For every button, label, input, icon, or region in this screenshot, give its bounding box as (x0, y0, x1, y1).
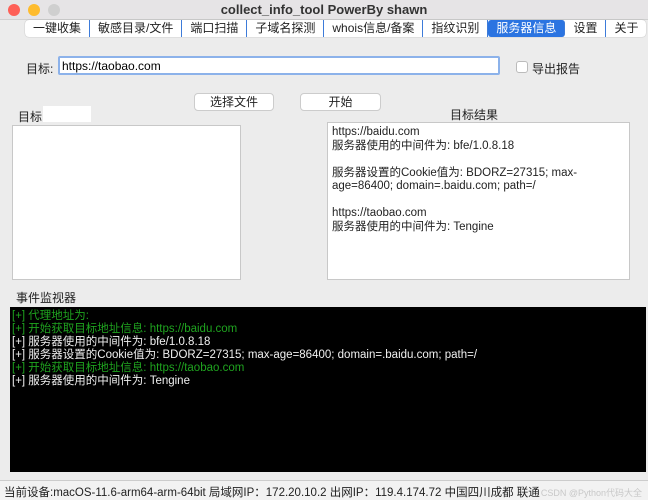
log-line: [+] 服务器使用的中间件为: Tengine (12, 375, 190, 387)
tab-1[interactable]: 敏感目录/文件 (90, 20, 183, 37)
tab-6[interactable]: 服务器信息 (488, 20, 566, 37)
tab-3[interactable]: 子域名探测 (247, 20, 325, 37)
result-line: 服务器使用的中间件为: bfe/1.0.8.18 (332, 139, 515, 152)
event-monitor-console[interactable]: [+] 代理地址为: [+] 开始获取目标地址信息: https://baidu.… (10, 307, 646, 472)
log-line: [+] 服务器设置的Cookie值为: BDORZ=27315; max-age… (12, 349, 478, 361)
start-button[interactable]: 开始 (300, 93, 381, 111)
tab-2[interactable]: 端口扫描 (182, 20, 248, 37)
tab-7[interactable]: 设置 (565, 20, 607, 37)
tab-8[interactable]: 关于 (606, 20, 646, 37)
window-title: collect_info_tool PowerBy shawn (220, 2, 428, 17)
result-line: 服务器使用的中间件为: Tengine (332, 220, 494, 233)
tab-4[interactable]: whois信息/备案 (324, 20, 424, 37)
target-list-label: 目标 (18, 110, 43, 124)
title-bar: collect_info_tool PowerBy shawn (0, 0, 648, 20)
log-line: [+] 服务器使用的中间件为: bfe/1.0.8.18 (12, 336, 211, 348)
export-report-checkbox[interactable] (516, 61, 528, 73)
result-line: https://taobao.com (332, 207, 427, 219)
watermark: CSDN @Python代码大全 (540, 488, 642, 498)
log-line: [+] 代理地址为: (12, 310, 89, 322)
tab-5[interactable]: 指纹识别 (423, 20, 489, 37)
log-line: [+] 开始获取目标地址信息: https://baidu.com (12, 323, 238, 335)
tab-0[interactable]: 一键收集 (25, 20, 91, 37)
target-label: 目标: (26, 62, 54, 76)
export-report-label: 导出报告 (532, 62, 581, 76)
monitor-label: 事件监视器 (16, 291, 77, 305)
result-line: 服务器设置的Cookie值为: BDORZ=27315; max-age=864… (332, 166, 578, 193)
result-line (332, 153, 625, 167)
target-input[interactable] (58, 56, 500, 75)
result-textbox[interactable]: https://baidu.com 服务器使用的中间件为: bfe/1.0.8.1… (327, 122, 630, 280)
tab-bar: 一键收集 敏感目录/文件 端口扫描 子域名探测 whois信息/备案 指纹识别 服务器信息设… (25, 20, 647, 37)
result-label: 目标结果 (450, 108, 499, 122)
target-count-input[interactable] (43, 106, 91, 122)
select-file-button[interactable]: 选择文件 (194, 93, 274, 111)
result-line: https://baidu.com (332, 126, 420, 138)
log-line: [+] 开始获取目标地址信息: https://taobao.com (12, 362, 245, 374)
target-list-textbox[interactable] (12, 125, 241, 280)
result-line (332, 194, 625, 208)
